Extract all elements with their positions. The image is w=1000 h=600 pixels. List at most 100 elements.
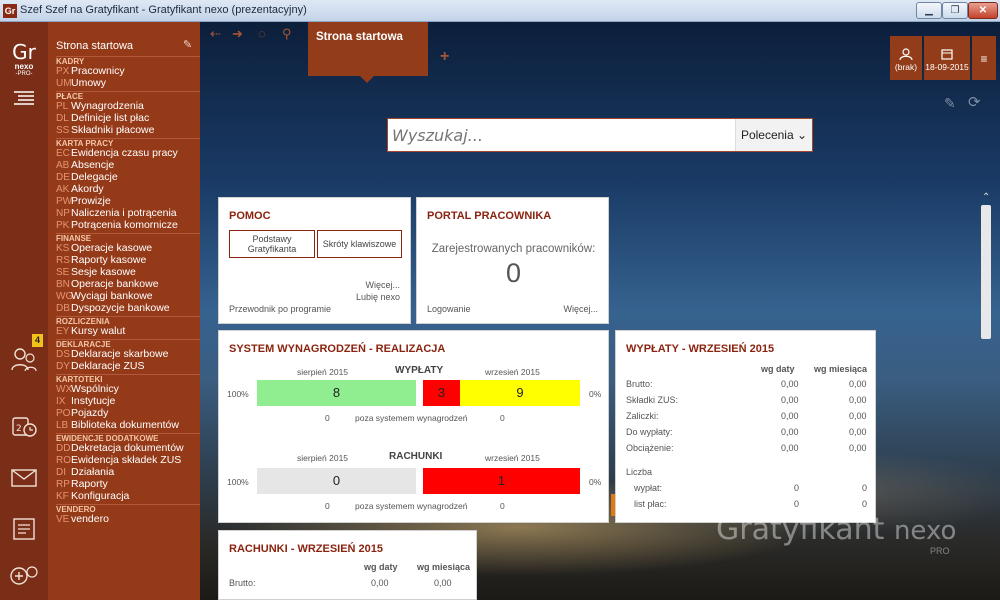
sidebar-item-ds[interactable]: DSDeklaracje skarbowe [56,348,200,360]
count-value-by-date: 0 [794,483,800,493]
back-arrow-icon[interactable]: ⇠ [210,26,221,42]
sidebar-item-pw[interactable]: PWProwizje [56,195,200,207]
document-icon[interactable] [8,516,40,542]
basics-button[interactable]: Podstawy Gratyfikanta [229,230,315,258]
sidebar-item-ec[interactable]: ECEwidencja czasu pracy [56,147,200,159]
row-value-by-month: 0,00 [849,379,867,389]
pin-icon[interactable]: ✎ [183,38,192,51]
count-label: list płac: [634,499,667,509]
sidebar-item-dd[interactable]: DDDekretacja dokumentów [56,442,200,454]
scroll-thumb-accent [611,494,615,516]
search-icon[interactable]: ⚲ [282,26,292,42]
wyplaty-red-bar[interactable]: 3 [423,380,460,406]
sidebar-item-px[interactable]: PX Pracownicy [56,65,200,77]
wyplaty-left-month: sierpień 2015 [297,367,349,377]
sidebar-item-ss[interactable]: SS Składniki płacowe [56,124,200,136]
commands-dropdown[interactable]: Polecenia ⌄ [735,119,812,151]
close-button[interactable]: ✕ [968,2,998,19]
sidebar-item-ve[interactable]: VE vendero [56,513,200,525]
sidebar-item-ak[interactable]: AK Akordy [56,183,200,195]
user-button[interactable]: (brak) [890,36,922,80]
sidebar-item-np[interactable]: NPNaliczenia i potrącenia [56,207,200,219]
chevron-down-icon: ⌄ [797,128,808,142]
sidebar-item-wx[interactable]: WXWspólnicy [56,383,200,395]
row-label: Do wypłaty: [626,427,673,437]
row-value-by-month: 0,00 [849,443,867,453]
system-title: SYSTEM WYNAGRODZEŃ - REALIZACJA [229,343,446,355]
more-link[interactable]: Więcej... [365,280,400,290]
sync-icon[interactable]: ⟳ [968,93,981,111]
rachunki-red-bar[interactable]: 1 [423,468,580,494]
app-logo: Gr nexo -PRO- [12,40,36,77]
sidebar-item-ks[interactable]: KS Operacje kasowe [56,242,200,254]
add-tab-icon[interactable]: + [440,22,449,92]
row-label: Składki ZUS: [626,395,679,405]
sidebar-item-ro[interactable]: ROEwidencja składek ZUS [56,454,200,466]
menu-toggle-icon[interactable] [8,88,40,114]
guide-link[interactable]: Przewodnik po programie [229,304,331,314]
wyplaty-table: wg daty wg miesiąca Liczba Brutto: 0,00 0,… [616,331,877,524]
maximize-button[interactable]: ❐ [942,2,968,19]
sidebar-item-pk[interactable]: PK Potrącenia komornicze [56,219,200,231]
rachunki-gray-bar[interactable]: 0 [257,468,416,494]
menu-item-code: LB [56,420,69,431]
sidebar-item-rp[interactable]: RPRaporty [56,478,200,490]
sidebar-item-di[interactable]: DI Działania [56,466,200,478]
wyplaty-green-bar[interactable]: 8 [257,380,416,406]
sidebar-item-se[interactable]: SE Sesje kasowe [56,266,200,278]
sidebar-item-dy[interactable]: DYDeklaracje ZUS [56,360,200,372]
shortcuts-button[interactable]: Skróty klawiszowe [317,230,402,258]
sidebar-start-page[interactable]: Strona startowa [56,40,133,52]
sidebar-item-kf[interactable]: KF Konfiguracja [56,490,200,502]
date-button[interactable]: 18-09-2015 [924,36,970,80]
vertical-scrollbar[interactable] [981,205,991,339]
portal-more-link[interactable]: Więcej... [563,304,598,314]
menu-section-5: DEKLARACJE DSDeklaracje skarbowe DYDeklara… [56,339,200,372]
search-input[interactable] [392,124,728,146]
minimize-button[interactable]: ▁ [916,2,942,19]
sidebar-item-db[interactable]: DBDyspozycje bankowe [56,302,200,314]
app-icon: Gr [3,4,17,18]
edit-icon[interactable]: ✎ [944,95,956,112]
sidebar-item-po[interactable]: POPojazdy [56,407,200,419]
menu-item-code: SS [56,125,70,136]
rachunki-left-month: sierpień 2015 [297,453,349,463]
menu-section-2: KARTA PRACY ECEwidencja czasu pracy AB Abse… [56,138,200,231]
scroll-up-icon[interactable]: ⌃ [982,192,990,203]
sidebar-item-ey[interactable]: EY Kursy walut [56,325,200,337]
registered-caption: Zarejestrowanych pracowników: [431,243,596,255]
sidebar-item-lb[interactable]: LB Biblioteka dokumentów [56,419,200,431]
sidebar-item-ix[interactable]: IX Instytucje [56,395,200,407]
sidebar-item-um[interactable]: UMUmowy [56,77,200,89]
calendar-clock-icon[interactable]: 2 [8,414,40,440]
sidebar-item-rs[interactable]: RSRaporty kasowe [56,254,200,266]
sidebar-item-wg[interactable]: WGWyciągi bankowe [56,290,200,302]
col-by-date: wg daty [761,364,795,374]
sidebar-item-ab[interactable]: AB Absencje [56,159,200,171]
refresh-icon[interactable]: ◌ [258,26,266,41]
forward-arrow-icon[interactable]: ➜ [232,26,243,42]
rachunki-label: RACHUNKI [389,451,443,462]
sidebar-item-de[interactable]: DEDelegacje [56,171,200,183]
sidebar-item-pl[interactable]: PL Wynagrodzenia [56,100,200,112]
sidebar-item-bn[interactable]: BNOperacje bankowe [56,278,200,290]
menu-item-code: VE [56,514,70,525]
add-module-icon[interactable] [8,562,40,588]
pomoc-title: POMOC [229,210,271,222]
row-value-by-date: 0,00 [781,443,799,453]
menu-item-label: Pracownicy [71,65,125,77]
wyplaty-under-mid: poza systemem wynagrodzeń [355,413,468,423]
like-nexo-link[interactable]: Lubię nexo [356,292,400,302]
mail-icon[interactable] [8,466,40,492]
login-link[interactable]: Logowanie [427,304,471,314]
menu-section-4: ROZLICZENIA EY Kursy walut [56,316,200,337]
tab-strona-startowa[interactable]: Strona startowa [308,22,428,83]
menu-item-label: Delegacje [71,171,118,183]
menu-item-label: Konfiguracja [71,490,130,502]
rach-brutto-date: 0,00 [371,578,389,588]
rachunki-right-month: wrzesień 2015 [485,453,540,463]
main-menu-button[interactable]: ≡ [972,36,996,80]
sidebar-item-dl[interactable]: DL Definicje list płac [56,112,200,124]
wyplaty-yellow-bar[interactable]: 9 [460,380,580,406]
employees-icon[interactable]: 4 [8,334,43,372]
